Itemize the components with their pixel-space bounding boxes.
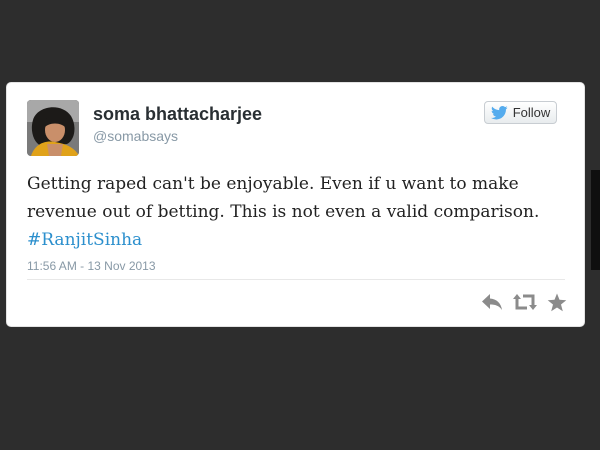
- twitter-bird-icon: [490, 105, 508, 120]
- star-icon: [547, 293, 567, 312]
- author-display-name[interactable]: soma bhattacharjee: [93, 104, 262, 125]
- author-handle[interactable]: @somabsays: [93, 128, 178, 144]
- follow-button[interactable]: Follow: [484, 101, 557, 124]
- avatar[interactable]: [27, 100, 79, 156]
- reply-icon: [482, 294, 502, 310]
- follow-label: Follow: [512, 105, 551, 120]
- hashtag-link[interactable]: #RanjitSinha: [27, 230, 142, 250]
- favorite-button[interactable]: [547, 293, 567, 312]
- tweet-card: soma bhattacharjee @somabsays Follow Get…: [6, 82, 585, 327]
- dark-edge-strip: [591, 170, 600, 270]
- retweet-icon: [513, 294, 537, 310]
- avatar-image: [27, 100, 79, 156]
- tweet-body: Getting raped can't be enjoyable. Even i…: [27, 174, 540, 222]
- reply-button[interactable]: [481, 293, 503, 311]
- tweet-timestamp[interactable]: 11:56 AM - 13 Nov 2013: [27, 259, 156, 273]
- divider: [27, 279, 565, 280]
- tweet-text: Getting raped can't be enjoyable. Even i…: [27, 170, 567, 254]
- retweet-button[interactable]: [513, 293, 537, 311]
- page-background: soma bhattacharjee @somabsays Follow Get…: [0, 0, 600, 450]
